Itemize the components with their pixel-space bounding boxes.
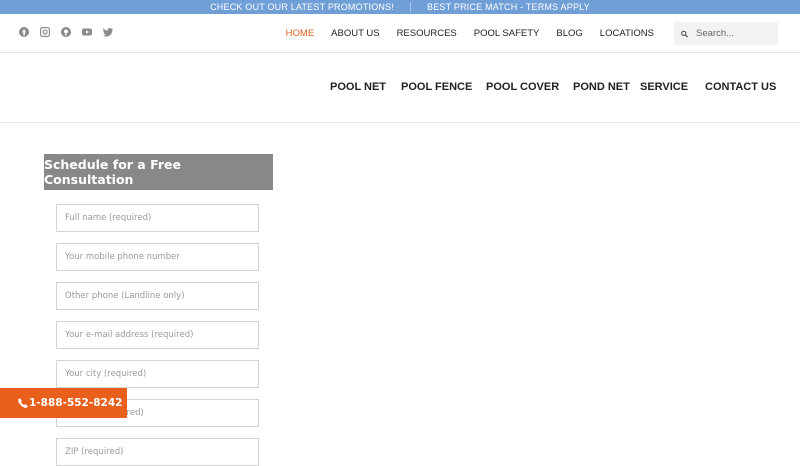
top-nav: HOME ABOUT US RESOURCES POOL SAFETY BLOG… bbox=[286, 28, 654, 39]
promo-bar: CHECK OUT OUR LATEST PROMOTIONS! BEST PR… bbox=[0, 0, 800, 14]
full-name-field[interactable] bbox=[56, 204, 259, 232]
instagram-icon[interactable] bbox=[40, 27, 50, 37]
city-field[interactable] bbox=[56, 360, 259, 388]
form-title: Schedule for a Free Consultation bbox=[44, 154, 273, 190]
call-button-label: 1-888-552-8242 bbox=[29, 397, 123, 409]
main-header: POOL NET POOL FENCE POOL COVER POND NET … bbox=[0, 53, 800, 123]
nav-pool-safety[interactable]: POOL SAFETY bbox=[474, 28, 540, 39]
zip-field[interactable] bbox=[56, 438, 259, 466]
nav-contact-us[interactable]: CONTACT US bbox=[705, 81, 776, 93]
nav-pool-fence[interactable]: POOL FENCE bbox=[401, 81, 472, 93]
nav-about-us[interactable]: ABOUT US bbox=[331, 28, 379, 39]
search-box bbox=[674, 22, 778, 45]
facebook-icon[interactable] bbox=[19, 27, 29, 37]
nav-home[interactable]: HOME bbox=[286, 28, 315, 39]
search-icon[interactable] bbox=[681, 29, 688, 39]
pinterest-icon[interactable] bbox=[61, 27, 71, 37]
social-links bbox=[19, 27, 113, 37]
nav-pool-cover[interactable]: POOL COVER bbox=[486, 81, 559, 93]
twitter-icon[interactable] bbox=[103, 27, 113, 37]
nav-pool-net[interactable]: POOL NET bbox=[330, 81, 386, 93]
phone-icon bbox=[18, 398, 28, 408]
call-button[interactable]: 1-888-552-8242 bbox=[0, 388, 127, 418]
search-input[interactable] bbox=[694, 27, 778, 40]
price-match-link[interactable]: BEST PRICE MATCH - TERMS APPLY bbox=[411, 2, 606, 12]
top-header: HOME ABOUT US RESOURCES POOL SAFETY BLOG… bbox=[0, 14, 800, 53]
mobile-phone-field[interactable] bbox=[56, 243, 259, 271]
nav-pond-net[interactable]: POND NET bbox=[573, 81, 630, 93]
nav-service[interactable]: SERVICE bbox=[640, 81, 688, 93]
promotions-link[interactable]: CHECK OUT OUR LATEST PROMOTIONS! bbox=[194, 2, 410, 12]
email-field[interactable] bbox=[56, 321, 259, 349]
nav-resources[interactable]: RESOURCES bbox=[397, 28, 457, 39]
nav-blog[interactable]: BLOG bbox=[556, 28, 582, 39]
nav-locations[interactable]: LOCATIONS bbox=[600, 28, 654, 39]
other-phone-field[interactable] bbox=[56, 282, 259, 310]
youtube-icon[interactable] bbox=[82, 27, 92, 37]
